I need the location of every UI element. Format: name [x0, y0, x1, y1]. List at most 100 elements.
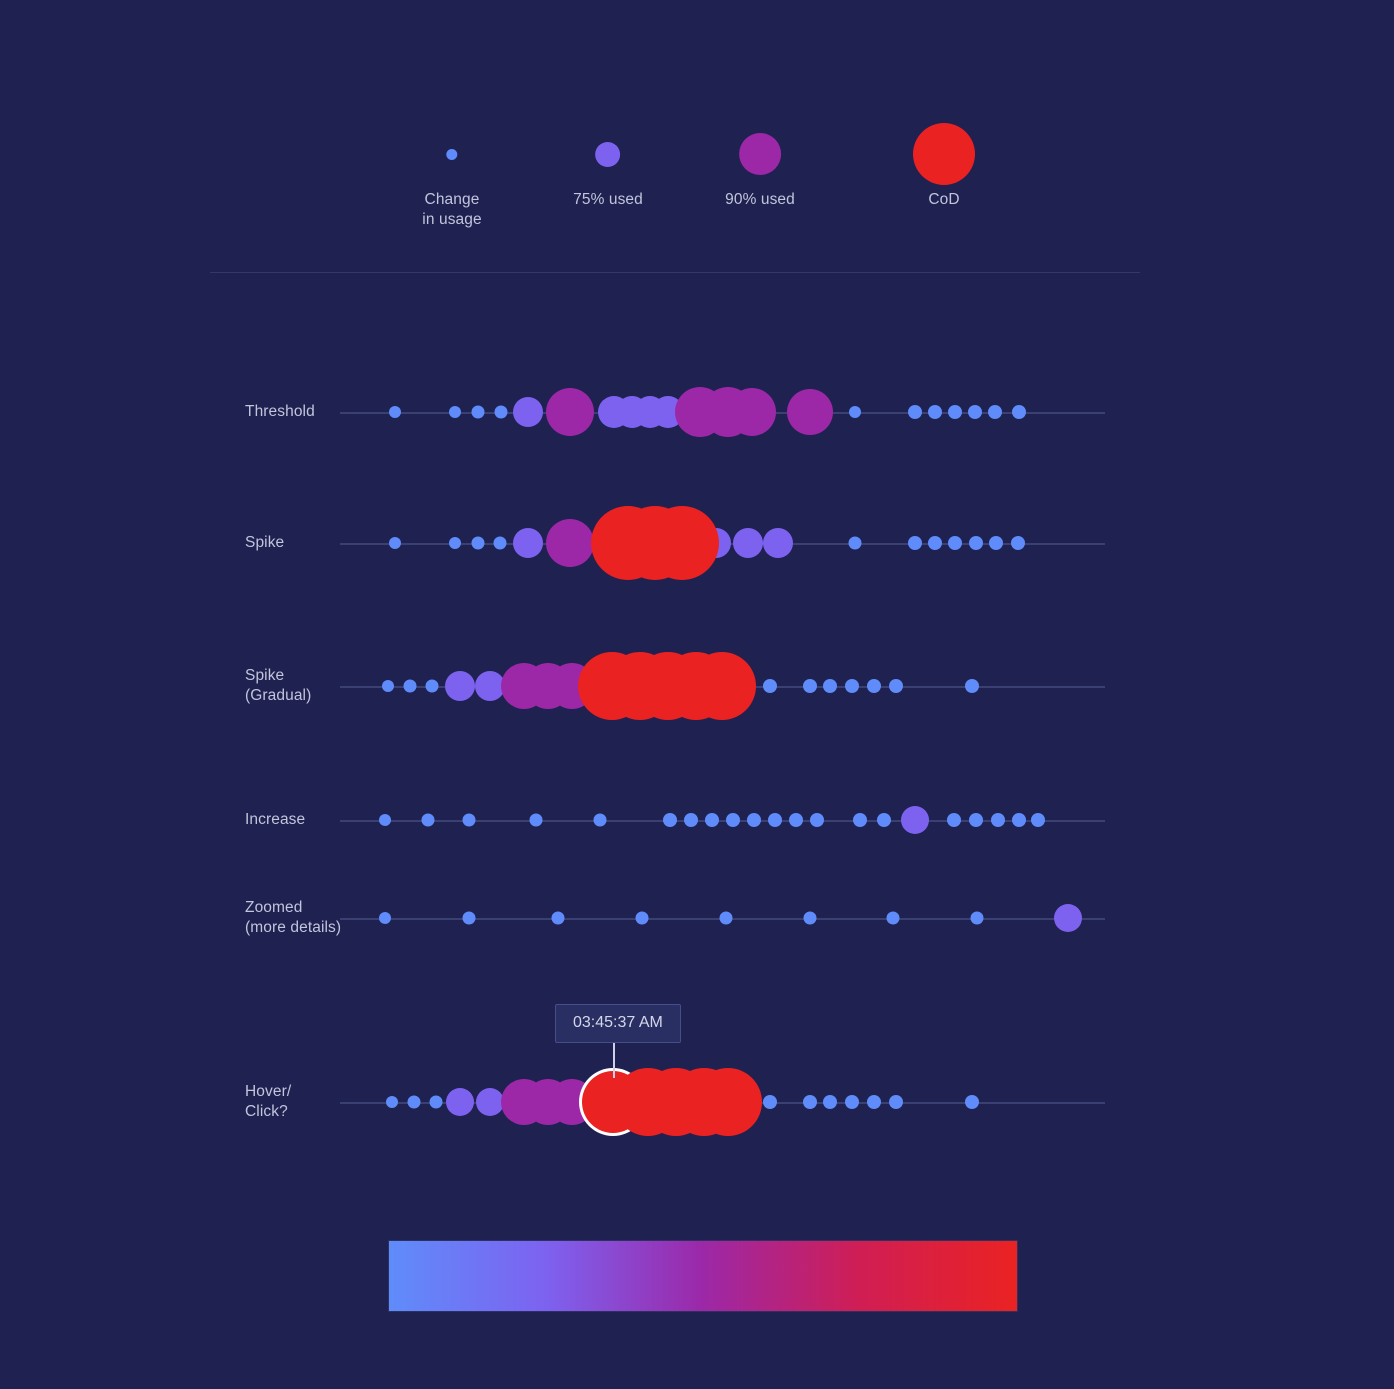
timestamp-tooltip: 03:45:37 AM	[555, 1004, 681, 1043]
data-point[interactable]	[845, 1095, 859, 1109]
data-point[interactable]	[789, 813, 803, 827]
data-point[interactable]	[421, 813, 435, 827]
data-point[interactable]	[705, 813, 719, 827]
data-point[interactable]	[593, 813, 607, 827]
data-point[interactable]	[688, 652, 756, 720]
data-point[interactable]	[969, 536, 983, 550]
data-point[interactable]	[1012, 813, 1026, 827]
data-point[interactable]	[733, 528, 763, 558]
data-point[interactable]	[645, 506, 719, 580]
legend-bubble-wrapper	[725, 118, 795, 190]
data-point[interactable]	[889, 679, 903, 693]
data-point[interactable]	[1054, 904, 1082, 932]
data-point[interactable]	[948, 536, 962, 550]
data-point[interactable]	[462, 813, 476, 827]
data-point[interactable]	[947, 813, 961, 827]
data-point[interactable]	[471, 405, 485, 419]
data-point[interactable]	[823, 1095, 837, 1109]
data-point[interactable]	[867, 1095, 881, 1109]
data-point[interactable]	[970, 911, 984, 925]
bubble-size-legend: Change in usage 75% used 90% used CoD	[0, 0, 1394, 270]
data-point[interactable]	[823, 679, 837, 693]
data-point[interactable]	[867, 679, 881, 693]
data-point[interactable]	[889, 1095, 903, 1109]
data-point[interactable]	[803, 911, 817, 925]
data-point[interactable]	[803, 679, 817, 693]
data-point[interactable]	[988, 405, 1002, 419]
data-point[interactable]	[747, 813, 761, 827]
data-point[interactable]	[810, 813, 824, 827]
data-point[interactable]	[908, 405, 922, 419]
data-point[interactable]	[901, 806, 929, 834]
data-point[interactable]	[1031, 813, 1045, 827]
data-point[interactable]	[763, 1095, 777, 1109]
data-point[interactable]	[969, 813, 983, 827]
data-point[interactable]	[684, 813, 698, 827]
data-point[interactable]	[768, 813, 782, 827]
timeline-row: Threshold	[0, 352, 1394, 472]
legend-item: 75% used	[573, 118, 643, 210]
data-point[interactable]	[803, 1095, 817, 1109]
data-point[interactable]	[429, 1095, 443, 1109]
data-point[interactable]	[379, 912, 391, 924]
data-point[interactable]	[965, 1095, 979, 1109]
data-point[interactable]	[928, 405, 942, 419]
data-point[interactable]	[513, 528, 543, 558]
data-point[interactable]	[763, 528, 793, 558]
data-point[interactable]	[965, 679, 979, 693]
data-point[interactable]	[849, 406, 861, 418]
data-point[interactable]	[407, 1095, 421, 1109]
data-point[interactable]	[726, 813, 740, 827]
data-point[interactable]	[386, 1096, 398, 1108]
legend-bubble-icon	[739, 133, 781, 175]
legend-label: 90% used	[725, 191, 795, 208]
data-point[interactable]	[389, 406, 401, 418]
data-point[interactable]	[703, 387, 753, 437]
data-point[interactable]	[449, 406, 461, 418]
data-point[interactable]	[546, 519, 594, 567]
data-point[interactable]	[948, 405, 962, 419]
data-point[interactable]	[663, 813, 677, 827]
data-point[interactable]	[719, 911, 733, 925]
data-point[interactable]	[635, 911, 649, 925]
data-point[interactable]	[379, 814, 391, 826]
data-point[interactable]	[382, 680, 394, 692]
data-point[interactable]	[848, 536, 862, 550]
data-point[interactable]	[462, 911, 476, 925]
data-point[interactable]	[908, 536, 922, 550]
data-point[interactable]	[449, 537, 461, 549]
data-point[interactable]	[886, 911, 900, 925]
data-point[interactable]	[694, 1068, 762, 1136]
data-point[interactable]	[845, 679, 859, 693]
legend-bubble-wrapper	[422, 118, 481, 190]
data-point[interactable]	[877, 813, 891, 827]
data-point[interactable]	[991, 813, 1005, 827]
data-point[interactable]	[551, 911, 565, 925]
data-point[interactable]	[787, 389, 833, 435]
data-point[interactable]	[389, 537, 401, 549]
data-point[interactable]	[1011, 536, 1025, 550]
data-point[interactable]	[1012, 405, 1026, 419]
severity-color-scale	[388, 1240, 1018, 1312]
data-point[interactable]	[476, 1088, 504, 1116]
legend-label: 75% used	[573, 191, 643, 208]
data-point[interactable]	[425, 679, 439, 693]
legend-item: 90% used	[725, 118, 795, 210]
legend-bubble-icon	[446, 148, 458, 160]
data-point[interactable]	[403, 679, 417, 693]
data-point[interactable]	[546, 388, 594, 436]
legend-label: Change in usage	[422, 191, 482, 228]
data-point[interactable]	[493, 536, 507, 550]
data-point[interactable]	[968, 405, 982, 419]
legend-label: CoD	[928, 191, 960, 208]
data-point[interactable]	[513, 397, 543, 427]
data-point[interactable]	[763, 679, 777, 693]
data-point[interactable]	[471, 536, 485, 550]
data-point[interactable]	[446, 1088, 474, 1116]
data-point[interactable]	[853, 813, 867, 827]
data-point[interactable]	[494, 405, 508, 419]
data-point[interactable]	[928, 536, 942, 550]
data-point[interactable]	[989, 536, 1003, 550]
data-point[interactable]	[529, 813, 543, 827]
data-point[interactable]	[445, 671, 475, 701]
